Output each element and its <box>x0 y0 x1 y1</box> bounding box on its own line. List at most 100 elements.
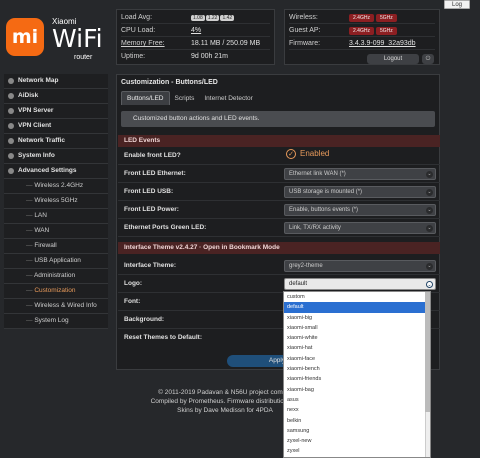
log-button[interactable]: Log <box>444 0 470 9</box>
power-icon[interactable]: ⏻ <box>422 54 434 64</box>
logo-label: Logo: <box>124 280 143 287</box>
chevron-down-icon: ⌄ <box>426 281 433 288</box>
section-interface-theme[interactable]: Interface Theme v2.4.27 · Open in Bookma… <box>118 242 440 254</box>
firmware-value[interactable]: 3.4.3.9-099_32a93db <box>349 40 416 47</box>
chevron-down-icon: ⌄ <box>426 171 433 178</box>
font-label: Font: <box>124 298 141 305</box>
tab-buttons-led[interactable]: Buttons/LED <box>121 91 170 105</box>
dropdown-option[interactable]: asus <box>284 395 430 405</box>
power-led-row: Front LED Power: Enable, buttons events … <box>118 201 440 219</box>
uptime-row: Uptime: 9d 00h 21m <box>121 51 270 63</box>
dropdown-option[interactable]: xiaomi-small <box>284 323 430 333</box>
logo-wifi-text: WiFi <box>52 24 103 53</box>
sidebar-sub-administration[interactable]: — Administration <box>4 269 108 284</box>
usb-led-label: Front LED USB: <box>124 188 174 195</box>
dropdown-scrollbar[interactable] <box>425 292 430 457</box>
sidebar-item-vpn-client[interactable]: VPN Client <box>4 119 108 134</box>
dropdown-option[interactable]: xiaomi-friends <box>284 374 430 384</box>
vpn-client-icon <box>8 123 14 129</box>
eth-led-label: Front LED Ethernet: <box>124 170 186 177</box>
firmware-row: Firmware: 3.4.3.9-099_32a93db <box>289 38 435 50</box>
eth-led-select[interactable]: Ethernet link WAN (*) ⌄ <box>284 168 436 180</box>
dropdown-option[interactable]: custom <box>284 292 430 302</box>
theme-row: Interface Theme: grey2-theme ⌄ <box>118 257 440 275</box>
eth-led-row: Front LED Ethernet: Ethernet link WAN (*… <box>118 165 440 183</box>
dropdown-option[interactable]: xiaomi-bench <box>284 364 430 374</box>
sidebar-sub-customization[interactable]: — Customization <box>4 284 108 299</box>
sidebar-sub-firewall[interactable]: — Firewall <box>4 239 108 254</box>
tab-scripts[interactable]: Scripts <box>170 92 200 106</box>
guest-24-badge[interactable]: 2.4GHz <box>349 27 374 35</box>
wireless-label: Wireless: <box>289 14 318 21</box>
chevron-down-icon: ⌄ <box>426 225 433 232</box>
dropdown-option[interactable]: zyxel-new <box>284 436 430 446</box>
sidebar-item-aidisk[interactable]: AiDisk <box>4 89 108 104</box>
guest-ap-label: Guest AP: <box>289 27 321 34</box>
memory-row: Memory Free: 18.11 MB / 250.09 MB <box>121 38 270 50</box>
guest-5-badge[interactable]: 5GHz <box>375 27 397 35</box>
dropdown-option[interactable]: zyxel <box>284 446 430 456</box>
wireless-row: Wireless: 2.4GHz 5GHz <box>289 12 435 24</box>
dropdown-option-selected[interactable]: default <box>284 302 430 313</box>
chevron-down-icon: ⌄ <box>426 189 433 196</box>
logout-button[interactable]: Logout <box>367 54 419 64</box>
network-map-icon <box>8 78 14 84</box>
logo-dropdown-list[interactable]: custom default xiaomi-big xiaomi-small x… <box>283 291 431 458</box>
load-avg-label: Load Avg: <box>121 14 153 21</box>
dropdown-option[interactable]: xiaomi-face <box>284 354 430 364</box>
tab-internet-detector[interactable]: Internet Detector <box>199 92 257 106</box>
memory-label[interactable]: Memory Free: <box>121 40 165 47</box>
sidebar-item-network-traffic[interactable]: Network Traffic <box>4 134 108 149</box>
chevron-down-icon: ⌄ <box>426 207 433 214</box>
brand-logo[interactable]: mi Xiaomi WiFi router <box>6 14 110 68</box>
usb-led-select[interactable]: USB storage is mounted (*) ⌄ <box>284 186 436 198</box>
dropdown-option[interactable]: nexx <box>284 405 430 415</box>
cpu-load-value[interactable]: 4% <box>191 27 201 34</box>
sidebar-item-vpn-server[interactable]: VPN Server <box>4 104 108 119</box>
mi-logo-icon: mi <box>6 18 44 56</box>
dropdown-option[interactable]: xiaomi-bag <box>284 385 430 395</box>
system-status-panel: Load Avg: 1.08 1.22 1.42 CPU Load: 4% Memo… <box>116 9 275 65</box>
logo-select[interactable]: default ⌄ <box>284 278 436 290</box>
uptime-label: Uptime: <box>121 53 146 60</box>
top-bar <box>0 0 480 8</box>
sidebar-item-system-info[interactable]: System Info <box>4 149 108 164</box>
network-traffic-icon <box>8 138 14 144</box>
eth-green-led-select[interactable]: Link, TX/RX activity ⌄ <box>284 222 436 234</box>
vpn-server-icon <box>8 108 14 114</box>
load-avg-5: 1.22 <box>205 15 220 21</box>
load-avg-values: 1.08 1.22 1.42 <box>191 14 235 21</box>
background-label: Background: <box>124 316 165 323</box>
wireless-5-badge[interactable]: 5GHz <box>375 14 397 22</box>
dropdown-option[interactable]: samsung <box>284 426 430 436</box>
sidebar-item-advanced-settings[interactable]: Advanced Settings <box>4 164 108 179</box>
sidebar-sub-wireless-5[interactable]: — Wireless 5GHz <box>4 194 108 209</box>
theme-label: Interface Theme: <box>124 262 177 269</box>
usb-led-row: Front LED USB: USB storage is mounted (*… <box>118 183 440 201</box>
dropdown-option[interactable]: xiaomi-big <box>284 313 430 323</box>
sidebar-sub-wan[interactable]: — WAN <box>4 224 108 239</box>
sidebar-sub-wireless-24[interactable]: — Wireless 2.4GHz <box>4 179 108 194</box>
front-led-label: Enable front LED? <box>124 152 181 159</box>
eth-green-led-row: Ethernet Ports Green LED: Link, TX/RX ac… <box>118 219 440 237</box>
power-led-select[interactable]: Enable, buttons events (*) ⌄ <box>284 204 436 216</box>
sidebar-sub-usb-application[interactable]: — USB Application <box>4 254 108 269</box>
dropdown-option[interactable]: xiaomi-hat <box>284 343 430 353</box>
eth-green-led-label: Ethernet Ports Green LED: <box>124 224 207 231</box>
front-led-toggle[interactable]: ✓ Enabled <box>286 149 329 159</box>
dropdown-option[interactable]: belkin <box>284 416 430 426</box>
cpu-load-row: CPU Load: 4% <box>121 25 270 37</box>
info-box: Customized button actions and LED events… <box>121 111 435 127</box>
sidebar-sub-system-log[interactable]: — System Log <box>4 314 108 329</box>
chevron-down-icon: ⌄ <box>426 263 433 270</box>
scrollbar-thumb[interactable] <box>425 292 430 412</box>
page-title: Customization - Buttons/LED <box>121 79 218 86</box>
sidebar-item-network-map[interactable]: Network Map <box>4 74 108 89</box>
dropdown-option[interactable]: xiaomi-white <box>284 333 430 343</box>
wireless-24-badge[interactable]: 2.4GHz <box>349 14 374 22</box>
theme-select[interactable]: grey2-theme ⌄ <box>284 260 436 272</box>
cpu-load-label: CPU Load: <box>121 27 156 34</box>
sidebar-sub-wireless-wired-info[interactable]: — Wireless & Wired Info <box>4 299 108 314</box>
advanced-settings-icon <box>8 168 14 174</box>
sidebar-sub-lan[interactable]: — LAN <box>4 209 108 224</box>
